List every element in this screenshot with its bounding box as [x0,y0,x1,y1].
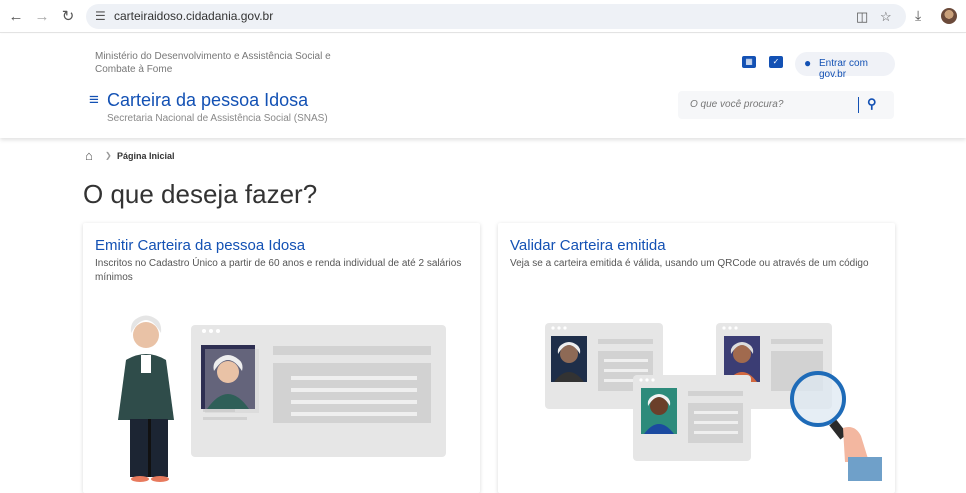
login-button[interactable]: ● Entrar com gov.br [795,52,895,80]
browser-toolbar: ← → ↻ ☰ carteiraidoso.cidadania.gov.br ◫… [0,0,966,33]
site-settings-icon[interactable]: ☰ [95,9,106,23]
card-emitir-carteira[interactable]: Emitir Carteira da pessoa Idosa Inscrito… [83,223,480,493]
back-icon[interactable]: ← [6,7,26,27]
user-icon: ● [804,56,812,70]
card-validar-carteira[interactable]: Validar Carteira emitida Veja se a carte… [498,223,895,493]
illustration-issue-card [118,315,446,482]
search-field[interactable]: O que você procura? ⚲ [678,91,894,119]
download-icon[interactable]: ⤓ [915,7,921,24]
site-header: Ministério do Desenvolvimento e Assistên… [0,34,966,138]
install-app-icon[interactable]: ◫ [856,9,868,25]
search-divider [858,97,859,113]
login-label: Entrar com gov.br [819,58,868,80]
url-text[interactable]: carteiraidoso.cidadania.gov.br [114,9,273,23]
forward-icon[interactable]: → [32,7,52,27]
home-icon[interactable]: ⌂ [85,148,93,163]
site-title[interactable]: Carteira da pessoa Idosa [107,90,308,111]
chevron-right-icon: ❯ [105,151,112,160]
page-title: O que deseja fazer? [83,179,318,209]
bookmark-star-icon[interactable]: ☆ [880,9,892,25]
breadcrumb-current: Página Inicial [117,151,175,161]
hamburger-menu-icon[interactable]: ≡ [89,90,99,110]
illustration-validate-card [545,323,882,481]
profile-avatar[interactable] [941,8,957,24]
checkbox-icon[interactable]: ✓ [769,56,783,68]
ministry-name[interactable]: Ministério do Desenvolvimento e Assistên… [95,50,355,76]
search-icon[interactable]: ⚲ [867,96,877,112]
site-subtitle: Secretaria Nacional de Assistência Socia… [107,113,328,124]
id-card-icon[interactable]: ▦ [742,56,756,68]
reload-icon[interactable]: ↻ [58,7,78,27]
search-placeholder[interactable]: O que você procura? [690,99,783,110]
address-bar[interactable]: ☰ carteiraidoso.cidadania.gov.br ◫ ☆ [86,4,906,29]
